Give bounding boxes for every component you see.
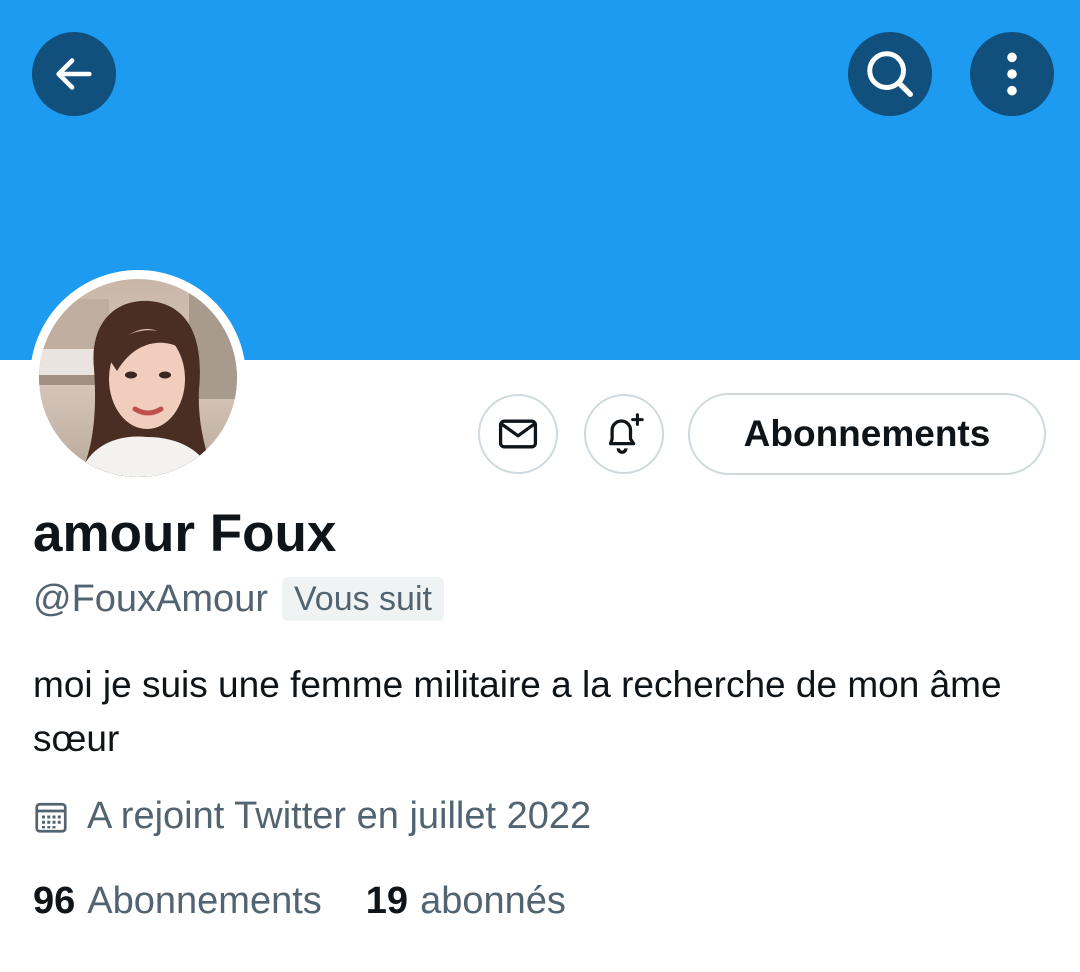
search-icon [867,51,913,97]
following-button[interactable]: Abonnements [688,393,1046,475]
following-label: Abonnements [87,880,322,922]
followers-label: abonnés [420,880,566,922]
profile-bio: moi je suis une femme militaire a la rec… [33,664,1002,759]
calendar-icon [35,802,67,833]
bell-plus-icon [608,413,644,454]
search-button[interactable] [848,32,932,116]
handle-row: @FouxAmour Vous suit [33,577,444,621]
followers-stat[interactable]: 19 abonnés [366,880,566,923]
joined-date: A rejoint Twitter en juillet 2022 [87,795,592,837]
display-name: amour Foux [33,504,337,563]
follows-you-badge: Vous suit [281,577,444,621]
user-handle: @FouxAmour [33,577,268,620]
following-stat[interactable]: 96 Abonnements [33,880,322,923]
more-vertical-icon [1007,52,1017,96]
notifications-button[interactable] [584,394,664,474]
follow-stats: 96 Abonnements 19 abonnés [33,880,566,923]
avatar[interactable] [30,270,246,486]
mail-icon [498,419,538,449]
followers-count: 19 [365,880,409,922]
message-button[interactable] [478,394,558,474]
avatar-photo [39,279,237,477]
arrow-left-icon [56,58,92,90]
joined-date-row: A rejoint Twitter en juillet 2022 [33,795,591,838]
following-count: 96 [33,880,76,922]
back-button[interactable] [32,32,116,116]
profile-page: Abonnements amour Foux @FouxAmour Vous s… [0,0,1080,972]
more-options-button[interactable] [970,32,1054,116]
